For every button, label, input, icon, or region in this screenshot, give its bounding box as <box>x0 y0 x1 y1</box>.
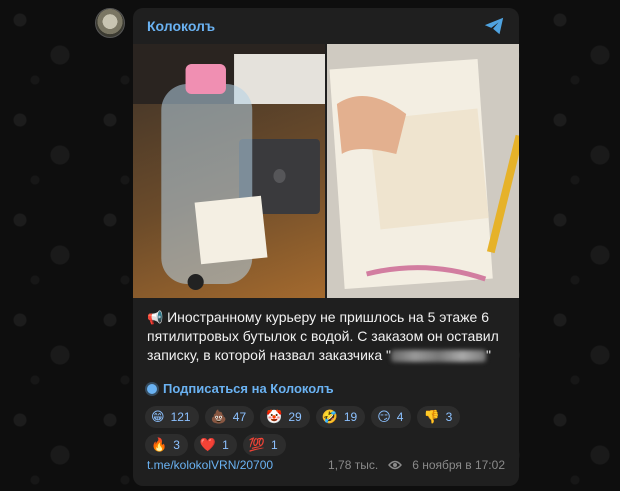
reaction-count: 47 <box>232 410 247 424</box>
reaction-button[interactable]: 🤣 19 <box>315 406 366 428</box>
subscribe-dot-icon <box>147 383 157 394</box>
photo-water-bottle[interactable] <box>133 44 325 298</box>
reaction-count: 19 <box>343 410 358 424</box>
channel-name[interactable]: Колоколъ <box>147 18 215 34</box>
reaction-emoji-icon: 🤣 <box>321 409 338 425</box>
reactions-bar: 😁 121 💩 47 🤡 29 🤣 19 😏 4 👎 3 🔥 3 ❤️ 1 💯 1 <box>133 396 519 456</box>
reaction-count: 1 <box>270 438 278 452</box>
post-link[interactable]: t.me/kolokolVRN/20700 <box>147 458 273 472</box>
caption-line-3: записку, в которой назвал заказчика " <box>147 347 391 363</box>
megaphone-icon: 📢 <box>147 311 164 326</box>
reaction-count: 121 <box>170 410 191 424</box>
reaction-emoji-icon: 😏 <box>377 409 391 425</box>
caption-line-1: Иностранному курьеру не пришлось на 5 эт… <box>167 309 489 325</box>
reaction-button[interactable]: 🔥 3 <box>145 434 188 456</box>
reaction-button[interactable]: 😏 4 <box>371 406 412 428</box>
caption-line-2: пятилитровых бутылок с водой. С заказом … <box>147 328 499 344</box>
subscribe-link[interactable]: Подписаться на Колоколъ <box>133 371 519 396</box>
reaction-button[interactable]: 💩 47 <box>204 406 255 428</box>
reaction-count: 4 <box>396 410 404 424</box>
reaction-count: 29 <box>288 410 302 424</box>
reaction-button[interactable]: 💯 1 <box>242 434 286 456</box>
post-footer: t.me/kolokolVRN/20700 1,78 тыс. 6 ноября… <box>147 458 505 472</box>
caption-line-3-end: " <box>486 347 491 363</box>
reaction-emoji-icon: 🔥 <box>151 437 168 453</box>
reaction-button[interactable]: 🤡 29 <box>260 406 310 428</box>
blurred-word <box>391 350 486 363</box>
reaction-count: 3 <box>173 438 180 452</box>
post-meta: 1,78 тыс. 6 ноября в 17:02 <box>328 458 505 472</box>
post-date: 6 ноября в 17:02 <box>412 458 505 472</box>
reaction-emoji-icon: ❤️ <box>199 437 217 453</box>
channel-avatar[interactable] <box>95 8 125 38</box>
eye-icon <box>388 460 403 470</box>
reaction-count: 3 <box>445 410 453 424</box>
share-arrow-icon[interactable] <box>483 15 505 37</box>
reaction-count: 1 <box>222 438 229 452</box>
reaction-emoji-icon: 💩 <box>210 409 227 425</box>
subscribe-label: Подписаться на Колоколъ <box>163 381 334 396</box>
reaction-button[interactable]: 😁 121 <box>145 406 199 428</box>
post-card: Колоколъ 📢 Иностранному курьеру не пришл… <box>133 8 519 486</box>
view-count: 1,78 тыс. <box>328 458 379 472</box>
photo-handwritten-note[interactable] <box>327 44 519 298</box>
reaction-button[interactable]: 👎 3 <box>417 406 461 428</box>
reaction-emoji-icon: 😁 <box>151 409 165 425</box>
reaction-button[interactable]: ❤️ 1 <box>193 434 237 456</box>
post-photos <box>133 44 519 298</box>
post-caption: 📢 Иностранному курьеру не пришлось на 5 … <box>133 298 519 371</box>
post-header: Колоколъ <box>133 8 519 44</box>
reaction-emoji-icon: 💯 <box>248 437 265 453</box>
reaction-emoji-icon: 👎 <box>423 409 440 425</box>
reaction-emoji-icon: 🤡 <box>266 409 283 425</box>
